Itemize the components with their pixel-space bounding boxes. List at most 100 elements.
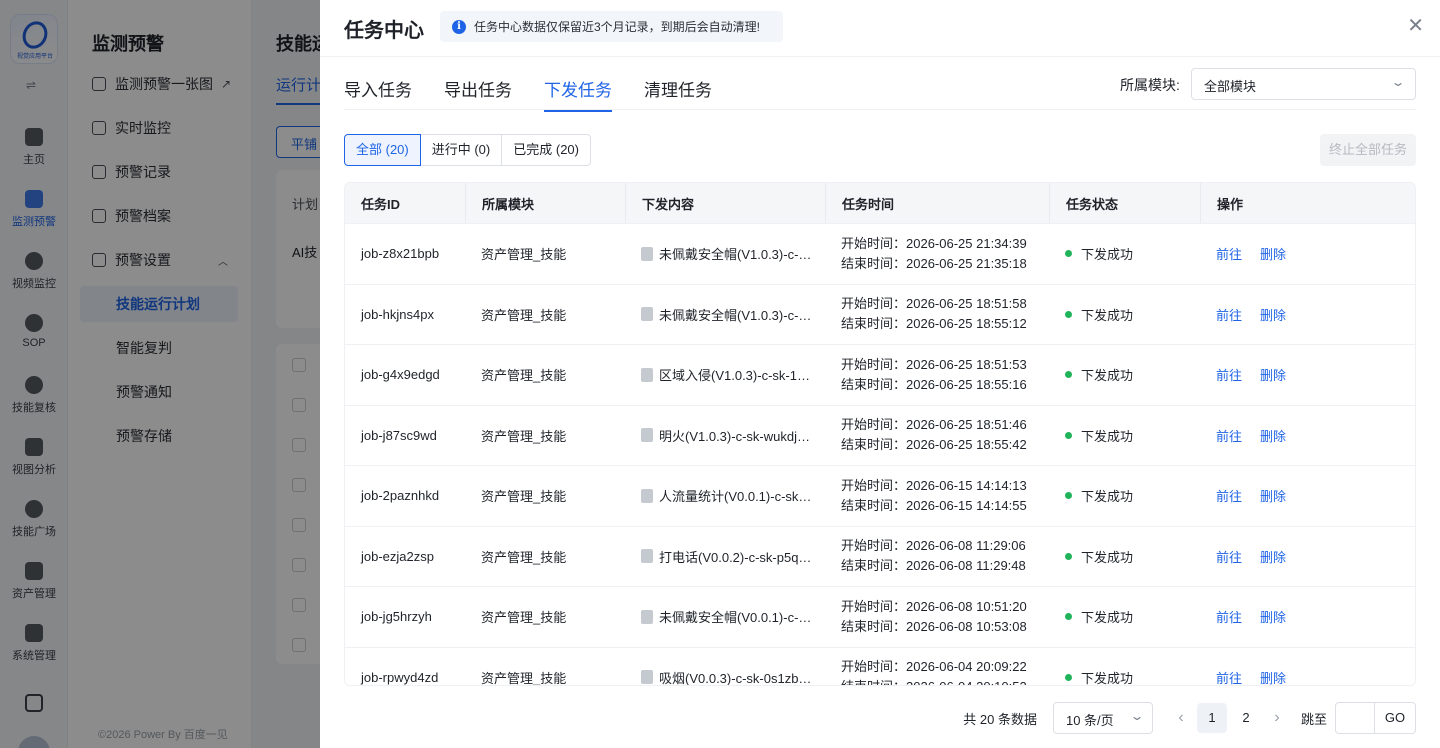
end-time: 结束时间：2026-06-08 11:29:48 <box>841 558 1026 574</box>
col-task-id: 任务ID <box>361 196 401 212</box>
delete-link[interactable]: 删除 <box>1260 547 1286 566</box>
task-content: 打电话(V0.0.2)-c-sk-p5qezja2zsp <box>659 549 815 565</box>
total-count: 共 20 条数据 <box>963 711 1037 727</box>
task-status: 下发成功 <box>1049 466 1200 526</box>
filter-all[interactable]: 全部 (20) <box>344 134 421 166</box>
file-icon <box>641 428 653 443</box>
task-content-cell: 明火(V1.0.3)-c-sk-wukdj87sc9wd <box>625 406 825 466</box>
page-2[interactable]: 2 <box>1231 703 1261 733</box>
delete-link[interactable]: 删除 <box>1260 365 1286 384</box>
task-module: 资产管理_技能 <box>481 489 567 505</box>
task-actions: 前往 删除 <box>1200 345 1415 405</box>
tab-import[interactable]: 导入任务 <box>344 76 412 112</box>
file-icon <box>641 246 653 261</box>
jump-page-input[interactable] <box>1335 702 1375 734</box>
tab-cleanup[interactable]: 清理任务 <box>644 76 712 112</box>
table-row: job-j87sc9wd 资产管理_技能 明火(V1.0.3)-c-sk-wukdj… <box>345 404 1415 466</box>
col-status: 任务状态 <box>1049 183 1200 223</box>
task-status: 下发成功 <box>1049 224 1200 284</box>
goto-link[interactable]: 前往 <box>1216 607 1242 626</box>
page-1[interactable]: 1 <box>1196 703 1227 733</box>
delete-link[interactable]: 删除 <box>1260 305 1286 324</box>
tab-export[interactable]: 导出任务 <box>444 76 512 112</box>
task-content-cell: 吸烟(V0.0.3)-c-sk-0s1zbrpwyd4zd <box>625 648 825 685</box>
task-time: 开始时间：2026-06-25 18:51:53 结束时间：2026-06-25 … <box>825 345 1049 405</box>
delete-link[interactable]: 删除 <box>1260 668 1286 685</box>
delete-link[interactable]: 删除 <box>1260 486 1286 505</box>
goto-link[interactable]: 前往 <box>1216 305 1242 324</box>
status-dot-icon <box>1065 250 1072 258</box>
task-content-cell: 打电话(V0.0.2)-c-sk-p5qezja2zsp <box>625 527 825 587</box>
task-module: 资产管理_技能 <box>481 670 567 686</box>
stop-all-button[interactable]: 终止全部任务 <box>1320 134 1416 166</box>
task-content: 明火(V1.0.3)-c-sk-wukdj87sc9wd <box>659 428 815 444</box>
task-id: job-g4x9edgd <box>361 367 440 383</box>
tabs-divider <box>344 109 1416 110</box>
task-status: 下发成功 <box>1049 648 1200 686</box>
status-dot-icon <box>1065 492 1072 500</box>
file-icon <box>641 609 653 624</box>
start-time: 开始时间：2026-06-08 11:29:06 <box>841 538 1026 554</box>
go-button[interactable]: GO <box>1375 702 1416 734</box>
task-time: 开始时间：2026-06-08 10:51:20 结束时间：2026-06-08 … <box>825 587 1049 647</box>
task-module: 资产管理_技能 <box>481 549 567 565</box>
status-text: 下发成功 <box>1081 670 1134 686</box>
task-content-cell: 区域入侵(V1.0.3)-c-sk-1g4x9edgd <box>625 345 825 405</box>
task-time: 开始时间：2026-06-15 14:14:13 结束时间：2026-06-15 … <box>825 466 1049 526</box>
status-text: 下发成功 <box>1081 247 1134 263</box>
task-actions: 前往 删除 <box>1200 587 1415 647</box>
end-time: 结束时间：2026-06-04 20:10:52 <box>841 677 1027 685</box>
delete-link[interactable]: 删除 <box>1260 244 1286 263</box>
start-time: 开始时间：2026-06-04 20:09:22 <box>841 659 1027 675</box>
task-actions: 前往 删除 <box>1200 285 1415 345</box>
table-header: 任务ID 所属模块 下发内容 任务时间 任务状态 操作 <box>345 183 1415 223</box>
start-time: 开始时间：2026-06-15 14:14:13 <box>841 477 1027 493</box>
task-module: 资产管理_技能 <box>481 368 567 384</box>
file-icon <box>641 307 653 322</box>
chevron-down-icon: ⌄ <box>1129 709 1145 723</box>
task-time: 开始时间：2026-06-08 11:29:06 结束时间：2026-06-08 … <box>825 527 1049 587</box>
pagination: 共 20 条数据 10 条/页 ⌄ ‹ 1 2 › 跳至 GO <box>963 702 1416 734</box>
goto-link[interactable]: 前往 <box>1216 547 1242 566</box>
goto-link[interactable]: 前往 <box>1216 244 1242 263</box>
task-actions: 前往 删除 <box>1200 224 1415 284</box>
status-text: 下发成功 <box>1081 489 1134 505</box>
page-size-select[interactable]: 10 条/页 ⌄ <box>1052 702 1153 734</box>
delete-link[interactable]: 删除 <box>1260 426 1286 445</box>
divider <box>320 56 1440 57</box>
goto-link[interactable]: 前往 <box>1216 365 1242 384</box>
tab-dispatch[interactable]: 下发任务 <box>544 76 612 112</box>
filter-running[interactable]: 进行中 (0) <box>419 134 503 166</box>
filter-done[interactable]: 已完成 (20) <box>501 134 591 166</box>
close-icon[interactable]: ✕ <box>1407 16 1424 36</box>
task-module: 资产管理_技能 <box>481 428 567 444</box>
status-dot-icon <box>1065 673 1072 681</box>
task-time: 开始时间：2026-06-25 18:51:58 结束时间：2026-06-25 … <box>825 285 1049 345</box>
end-time: 结束时间：2026-06-25 18:55:42 <box>841 437 1027 453</box>
table-row: job-z8x21bpb 资产管理_技能 未佩戴安全帽(V1.0.3)-c-sk-z… <box>345 223 1415 284</box>
status-text: 下发成功 <box>1081 428 1134 444</box>
retention-notice: i 任务中心数据仅保留近3个月记录，到期后会自动清理! <box>440 11 783 42</box>
file-icon <box>641 670 653 685</box>
task-table: 任务ID 所属模块 下发内容 任务时间 任务状态 操作 job-z8x21bpb… <box>344 182 1416 686</box>
task-id: job-rpwyd4zd <box>361 669 439 685</box>
delete-link[interactable]: 删除 <box>1260 607 1286 626</box>
status-dot-icon <box>1065 613 1072 621</box>
module-select[interactable]: 全部模块 ⌄ <box>1191 68 1416 100</box>
start-time: 开始时间：2026-06-25 18:51:58 <box>841 296 1027 312</box>
goto-link[interactable]: 前往 <box>1216 486 1242 505</box>
col-module: 所属模块 <box>465 183 625 223</box>
end-time: 结束时间：2026-06-25 21:35:18 <box>841 255 1027 271</box>
start-time: 开始时间：2026-06-25 18:51:53 <box>841 356 1027 372</box>
task-id: job-z8x21bpb <box>361 246 440 262</box>
task-module: 资产管理_技能 <box>481 247 567 263</box>
task-type-tabs: 导入任务 导出任务 下发任务 清理任务 <box>344 76 744 112</box>
goto-link[interactable]: 前往 <box>1216 668 1242 685</box>
task-content: 未佩戴安全帽(V1.0.3)-c-sk-hkjns4px <box>659 307 815 323</box>
next-page-icon[interactable]: › <box>1263 709 1291 727</box>
status-dot-icon <box>1065 310 1072 318</box>
task-content-cell: 未佩戴安全帽(V1.0.3)-c-sk-z8x21bpb <box>625 224 825 284</box>
prev-page-icon[interactable]: ‹ <box>1167 709 1195 727</box>
goto-link[interactable]: 前往 <box>1216 426 1242 445</box>
task-actions: 前往 删除 <box>1200 466 1415 526</box>
